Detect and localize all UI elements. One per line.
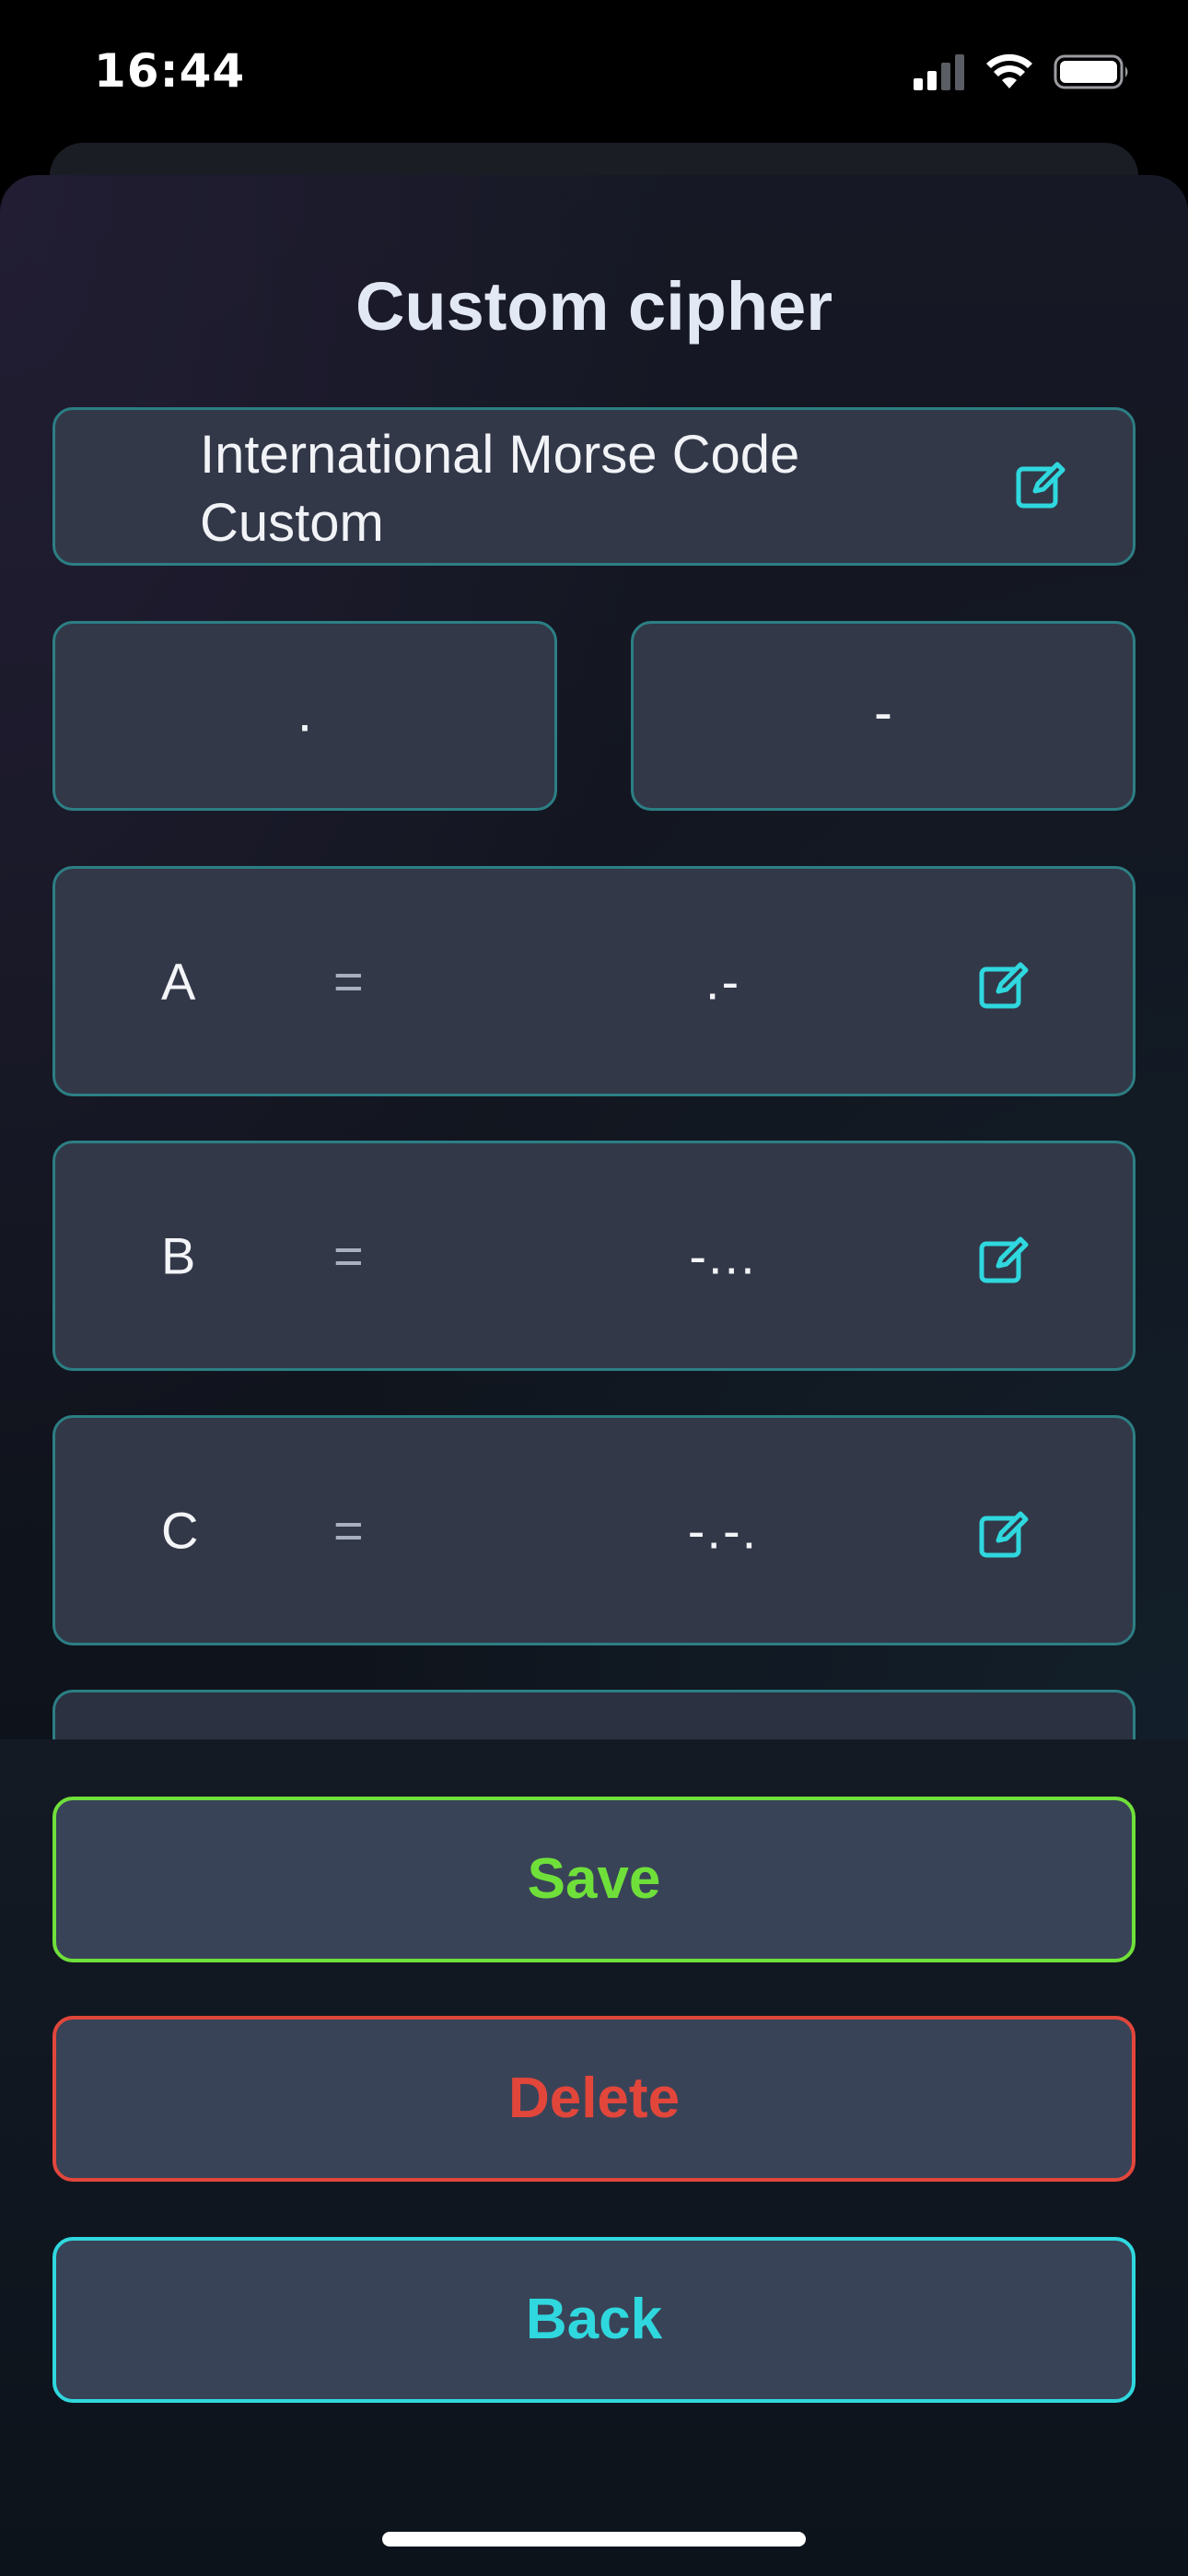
cipher-name-field[interactable]: International Morse Code Custom <box>52 407 1136 566</box>
edit-icon[interactable] <box>976 958 1031 1013</box>
mapping-letter: A <box>161 952 196 1011</box>
mapping-row[interactable]: C = -.-. <box>52 1415 1136 1645</box>
equals-sign: = <box>333 952 364 1011</box>
status-bar: 16:44 <box>0 0 1188 147</box>
mapping-code: -... <box>689 1226 757 1285</box>
wifi-icon <box>986 53 1032 88</box>
cipher-sheet: Custom cipher International Morse Code C… <box>0 175 1188 2576</box>
dash-symbol-field[interactable]: - <box>631 621 1136 811</box>
mapping-letter: B <box>161 1226 196 1285</box>
mapping-row[interactable]: B = -... <box>52 1141 1136 1371</box>
edit-icon[interactable] <box>976 1507 1031 1563</box>
dot-symbol-field[interactable]: . <box>52 621 557 811</box>
dash-symbol-value: - <box>874 681 892 744</box>
mapping-row[interactable]: A = .- <box>52 866 1136 1096</box>
equals-sign: = <box>333 1501 364 1560</box>
cipher-name-label: International Morse Code Custom <box>200 425 800 553</box>
delete-button[interactable]: Delete <box>52 2016 1136 2182</box>
cellular-signal-icon <box>914 54 964 90</box>
dot-symbol-value: . <box>297 681 313 744</box>
equals-sign: = <box>333 1226 364 1285</box>
mapping-letter: C <box>161 1501 199 1560</box>
mapping-code: .- <box>705 952 741 1011</box>
status-time: 16:44 <box>94 44 246 98</box>
edit-icon[interactable] <box>976 1233 1031 1288</box>
home-indicator[interactable] <box>382 2532 806 2547</box>
edit-icon[interactable] <box>1013 458 1068 513</box>
page-title: Custom cipher <box>355 268 833 345</box>
save-button[interactable]: Save <box>52 1797 1136 1962</box>
back-button[interactable]: Back <box>52 2237 1136 2403</box>
mapping-code: -.-. <box>687 1501 759 1560</box>
battery-icon <box>1054 54 1128 89</box>
